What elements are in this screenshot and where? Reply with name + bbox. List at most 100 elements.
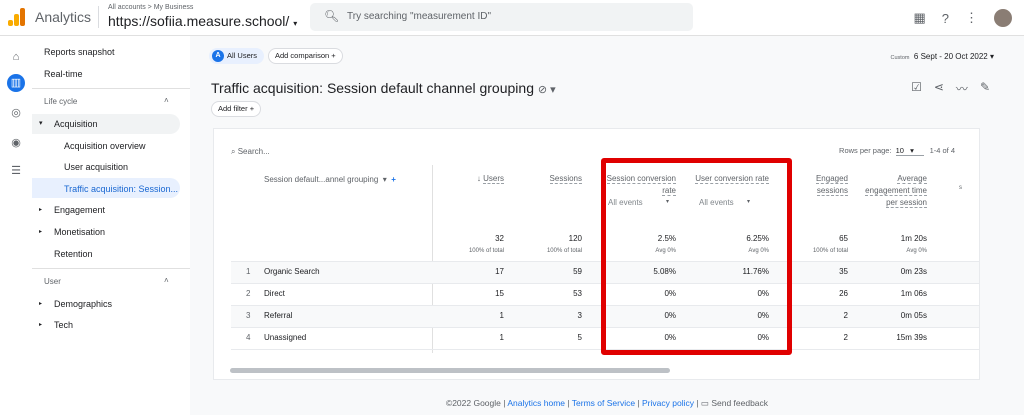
- sidebar-item-demographics[interactable]: Demographics: [54, 299, 112, 309]
- cell-value: 3: [577, 311, 582, 320]
- cell-value: 15m 39s: [896, 333, 927, 342]
- comparison-status-icon[interactable]: ⊘ ▾: [538, 84, 556, 96]
- apps-icon[interactable]: ▦: [913, 10, 925, 26]
- left-rail: ⌂ ▥ ◎ ◉ ☰: [0, 36, 32, 415]
- configure-icon[interactable]: ☰: [7, 162, 25, 180]
- more-icon[interactable]: ⋮: [965, 10, 978, 26]
- sidebar-item-user-acquisition[interactable]: User acquisition: [64, 162, 128, 172]
- horizontal-scrollbar[interactable]: [230, 368, 670, 373]
- sidebar-item-tech[interactable]: Tech: [54, 320, 73, 330]
- date-range-picker[interactable]: Custom 6 Sept - 20 Oct 2022 ▾: [891, 52, 994, 61]
- advertising-icon[interactable]: ◉: [7, 134, 25, 152]
- sidebar-item-retention[interactable]: Retention: [54, 249, 93, 259]
- search-input[interactable]: 🔍︎ Try searching "measurement ID": [310, 3, 693, 31]
- insights-icon[interactable]: 〰: [956, 80, 968, 97]
- feedback-icon: ▭: [700, 398, 709, 408]
- property-selector[interactable]: https://sofiia.measure.school/ ▾: [108, 13, 297, 29]
- cell-value: 2: [843, 311, 848, 320]
- rows-per-page-select[interactable]: 10 ▾: [895, 146, 924, 156]
- analytics-logo: [8, 8, 26, 26]
- add-filter-button[interactable]: Add filter +: [211, 101, 262, 117]
- total-subtext: Avg 0%: [906, 248, 927, 254]
- customize-report-icon[interactable]: ☑: [911, 80, 922, 97]
- sidebar-item-engagement[interactable]: Engagement: [54, 205, 105, 215]
- caret-down-icon: ▾: [39, 120, 43, 127]
- segment-label: All Users: [227, 51, 258, 60]
- share-icon[interactable]: ⋖: [934, 80, 944, 97]
- column-header-label: Average engagement time per session: [865, 174, 927, 208]
- table-search[interactable]: ⌕ Search...: [231, 147, 270, 157]
- date-label: Custom: [890, 55, 910, 61]
- cell-value: 1m 06s: [900, 289, 927, 298]
- row-dimension[interactable]: Unassigned: [264, 333, 306, 342]
- breadcrumb[interactable]: All accounts > My Business: [108, 4, 193, 11]
- column-header-label: Sessions: [549, 174, 582, 184]
- avatar[interactable]: [994, 9, 1012, 27]
- add-comparison-button[interactable]: Add comparison +: [268, 48, 343, 64]
- cell-value: 0m 23s: [900, 267, 927, 276]
- search-placeholder: Try searching "measurement ID": [347, 11, 491, 22]
- cell-value: 35: [839, 267, 848, 276]
- add-dimension-icon[interactable]: +: [391, 175, 396, 184]
- report-table: ⌕ Search... Rows per page: 10 ▾ 1-4 of 4 S…: [213, 128, 980, 380]
- cell-value: 59: [573, 267, 582, 276]
- segment-badge: A: [212, 50, 224, 62]
- total-value: 1m 20s: [900, 234, 927, 243]
- sidebar-item-acquisition-overview[interactable]: Acquisition overview: [64, 141, 146, 151]
- search-icon: 🔍︎: [324, 9, 340, 23]
- footer: ©2022 Google | Analytics home | Terms of…: [445, 398, 769, 408]
- total-value: 65: [839, 234, 848, 243]
- column-header-0[interactable]: ↓ Users: [444, 173, 504, 185]
- analytics-home-link[interactable]: Analytics home: [507, 398, 565, 408]
- reports-icon[interactable]: ▥: [7, 74, 25, 92]
- section-life-cycle[interactable]: Life cycle: [44, 97, 77, 106]
- chevron-up-icon[interactable]: ˄: [164, 96, 169, 105]
- page-title-text: Traffic acquisition: Session default cha…: [211, 80, 534, 96]
- sidebar: Reports snapshot Real-time Life cycle ˄ …: [32, 36, 190, 415]
- total-value: 120: [568, 234, 582, 243]
- date-range: 6 Sept - 20 Oct 2022: [913, 52, 988, 61]
- column-header-4[interactable]: Engaged sessions: [788, 173, 848, 197]
- chevron-up-icon[interactable]: ˄: [164, 276, 169, 285]
- add-filter-label: Add filter: [218, 104, 248, 113]
- column-header-5[interactable]: Average engagement time per session: [857, 173, 927, 209]
- sidebar-item-acquisition[interactable]: Acquisition: [54, 119, 98, 129]
- row-dimension[interactable]: Referral: [264, 311, 292, 320]
- table-search-placeholder: Search...: [237, 147, 270, 156]
- row-dimension[interactable]: Direct: [264, 289, 285, 298]
- caret-right-icon: ▸: [39, 229, 43, 235]
- cell-value: 2: [843, 333, 848, 342]
- column-header-label: Users: [483, 174, 504, 184]
- help-icon[interactable]: ?: [942, 11, 949, 26]
- privacy-link[interactable]: Privacy policy: [642, 398, 694, 408]
- sidebar-item-real-time[interactable]: Real-time: [44, 69, 83, 79]
- cell-value: 1: [499, 333, 504, 342]
- cell-value: 17: [495, 267, 504, 276]
- total-value: 32: [495, 234, 504, 243]
- dimension-header[interactable]: Session default...annel grouping ▾ +: [264, 175, 396, 184]
- sidebar-item-reports-snapshot[interactable]: Reports snapshot: [44, 47, 115, 57]
- segment-chip[interactable]: A All Users: [209, 48, 265, 64]
- sidebar-item-monetisation[interactable]: Monetisation: [54, 227, 105, 237]
- row-rank: 1: [246, 267, 251, 276]
- row-dimension[interactable]: Organic Search: [264, 267, 320, 276]
- section-user[interactable]: User: [44, 277, 61, 286]
- sidebar-item-traffic-acquisition[interactable]: Traffic acquisition: Session...: [64, 184, 178, 194]
- property-name: https://sofiia.measure.school/: [108, 13, 290, 29]
- explore-icon[interactable]: ◎: [7, 104, 25, 122]
- app-name: Analytics: [35, 9, 92, 25]
- total-subtext: 100% of total: [546, 248, 582, 254]
- copyright: ©2022 Google |: [445, 398, 506, 408]
- rows-per-page-label: Rows per page:: [839, 146, 892, 155]
- pagination-range: 1-4 of 4: [929, 146, 955, 155]
- terms-link[interactable]: Terms of Service: [572, 398, 635, 408]
- edit-icon[interactable]: ✎: [980, 80, 990, 97]
- total-subtext: 100% of total: [812, 248, 848, 254]
- divider: [32, 268, 190, 269]
- divider: [98, 6, 99, 28]
- cell-value: 1: [499, 311, 504, 320]
- send-feedback-link[interactable]: Send feedback: [711, 398, 768, 408]
- caret-right-icon: ▸: [39, 322, 43, 328]
- home-icon[interactable]: ⌂: [7, 48, 25, 66]
- column-header-1[interactable]: Sessions: [522, 173, 582, 185]
